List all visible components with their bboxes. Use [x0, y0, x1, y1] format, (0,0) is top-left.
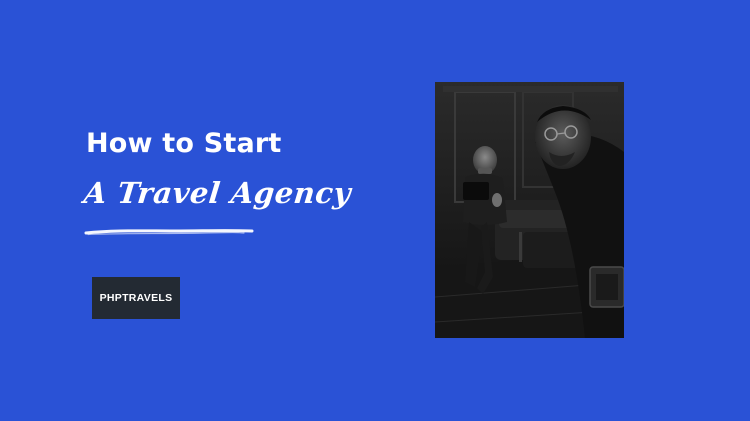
headline-line-2: A Travel Agency: [82, 176, 353, 210]
blog-banner: How to Start A Travel Agency PHPTRAVELS: [0, 0, 750, 421]
brand-label: PHPTRAVELS: [99, 292, 173, 304]
headline-line-1: How to Start: [86, 128, 282, 159]
monochrome-portrait-photo-icon: [435, 82, 624, 338]
portrait-photo: [435, 82, 624, 338]
brush-stroke-underline: [84, 229, 254, 236]
brand-badge: PHPTRAVELS: [92, 277, 180, 319]
